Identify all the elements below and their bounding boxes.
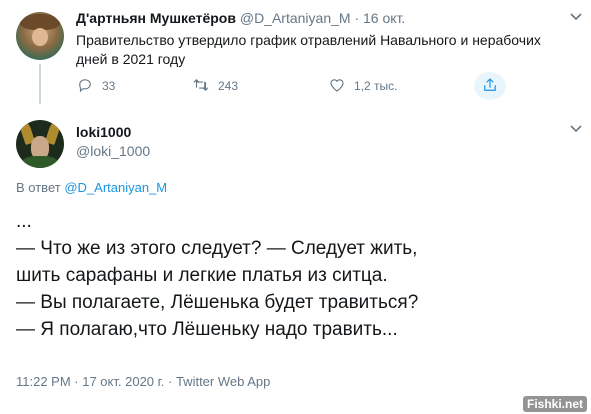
retweet-icon xyxy=(192,76,218,97)
reply-mention-link[interactable]: @D_Artaniyan_M xyxy=(64,180,167,195)
user-handle[interactable]: @loki_1000 xyxy=(76,143,150,159)
tweet-line: — Что же из этого следует? — Следует жит… xyxy=(16,238,418,259)
share-button[interactable] xyxy=(474,72,506,100)
reply-icon xyxy=(76,76,102,97)
tweet-actions: 33 243 1,2 тыс. xyxy=(76,72,516,100)
retweet-count: 243 xyxy=(218,79,239,93)
reply-prefix: В ответ xyxy=(16,180,61,195)
like-button[interactable]: 1,2 тыс. xyxy=(328,76,397,96)
tweet-line: — Вы полагаете, Лёшенька будет травиться… xyxy=(16,292,419,313)
display-name[interactable]: Д'артньян Мушкетёров xyxy=(76,10,236,26)
avatar[interactable] xyxy=(16,120,64,168)
user-handle[interactable]: @D_Artaniyan_M xyxy=(240,10,351,26)
reply-count: 33 xyxy=(102,79,116,93)
tweet-timestamp[interactable]: 11:22 PM · 17 окт. 2020 г. · Twitter Web… xyxy=(16,374,270,389)
tweet-line: ... xyxy=(16,211,32,232)
like-icon xyxy=(328,76,354,97)
separator: · xyxy=(354,10,360,26)
tweet-header: Д'артньян Мушкетёров @D_Artaniyan_M · 16… xyxy=(76,10,405,26)
tweet-line: шить сарафаны и легкие платья из ситца. xyxy=(16,265,388,286)
thread-connector xyxy=(39,64,41,104)
tweet-line: — Я полагаю,что Лёшеньку надо травить... xyxy=(16,319,398,340)
tweet-date[interactable]: 16 окт. xyxy=(363,10,405,26)
main-tweet[interactable]: loki1000 @loki_1000 В ответ @D_Artaniyan… xyxy=(0,112,591,414)
tweet-text: Правительство утвердило график отравлени… xyxy=(76,32,541,67)
reply-context: В ответ @D_Artaniyan_M xyxy=(16,180,167,195)
retweet-button[interactable]: 243 xyxy=(192,76,238,96)
share-icon xyxy=(481,76,499,97)
quoted-tweet[interactable]: Д'артньян Мушкетёров @D_Artaniyan_M · 16… xyxy=(0,0,591,112)
display-name[interactable]: loki1000 xyxy=(76,124,131,140)
avatar[interactable] xyxy=(16,12,64,60)
tweet-text: ... — Что же из этого следует? — Следует… xyxy=(16,208,576,343)
watermark: Fishki.net xyxy=(522,396,587,412)
reply-button[interactable]: 33 xyxy=(76,76,115,96)
chevron-down-icon[interactable] xyxy=(569,124,583,134)
chevron-down-icon[interactable] xyxy=(569,12,583,22)
like-count: 1,2 тыс. xyxy=(354,79,398,93)
